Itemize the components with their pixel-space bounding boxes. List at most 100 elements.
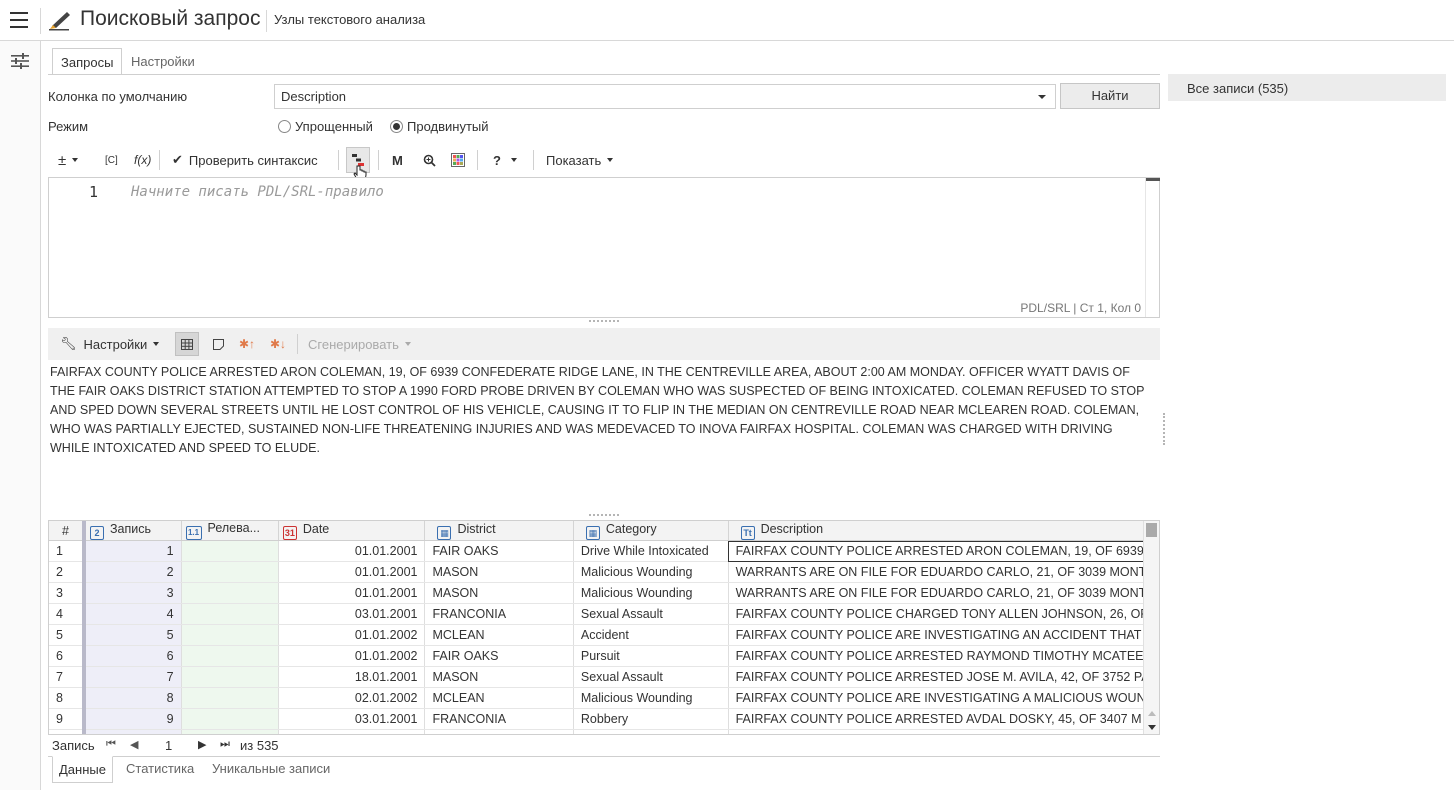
vertical-splitter-handle[interactable]	[1163, 413, 1165, 445]
description-cell[interactable]: FAIRFAX COUNTY POLICE ARE INVESTIGATING …	[728, 624, 1159, 646]
table-row[interactable]: 2 2 01.01.2001 MASON Malicious Wounding WARRA…	[49, 561, 1159, 583]
category-cell[interactable]: Malicious Wounding	[573, 687, 729, 709]
sliders-icon[interactable]	[11, 53, 29, 69]
record-cell[interactable]: 8	[81, 687, 182, 709]
category-cell[interactable]: Pursuit	[573, 645, 729, 667]
check-syntax-button[interactable]: ✔ Проверить синтаксис	[172, 147, 318, 173]
grid-color-button[interactable]	[451, 147, 465, 173]
record-cell[interactable]: 1	[81, 540, 182, 562]
row-number-cell[interactable]: 5	[49, 624, 85, 646]
record-cell[interactable]: 5	[81, 624, 182, 646]
table-row[interactable]: 9 9 03.01.2001 FRANCONIA Robbery FAIRFAX COUN…	[49, 708, 1159, 730]
row-number-cell[interactable]: 9	[49, 708, 85, 730]
bracket-button[interactable]: [C]	[105, 147, 118, 173]
date-cell[interactable]: 02.01.2002	[278, 687, 426, 709]
category-cell[interactable]: Sexual Assault	[573, 666, 729, 688]
table-row[interactable]: 3 3 01.01.2001 MASON Malicious Wounding WARRA…	[49, 582, 1159, 604]
category-cell[interactable]: Sexual Assault	[573, 603, 729, 625]
table-row[interactable]: 6 6 01.01.2002 FAIR OAKS Pursuit FAIRFAX COUN…	[49, 645, 1159, 667]
row-number-cell[interactable]: 4	[49, 603, 85, 625]
row-number-cell[interactable]: 10	[49, 729, 85, 734]
tab-unique-records[interactable]: Уникальные записи	[206, 756, 336, 783]
date-cell[interactable]: 01.01.2001	[278, 540, 426, 562]
district-cell[interactable]: FRANCONIA	[424, 708, 574, 730]
record-cell[interactable]: 3	[81, 582, 182, 604]
generate-dropdown[interactable]: Сгенерировать	[308, 332, 411, 356]
district-cell[interactable]: MASON	[424, 729, 574, 734]
description-cell[interactable]: WARRANTS ARE ON FILE FOR EDUARDO CARLO, …	[728, 582, 1159, 604]
tab-statistics[interactable]: Статистика	[120, 756, 200, 783]
prev-page-icon[interactable]: ◀	[130, 738, 138, 751]
highlight-up-button[interactable]: ✱↑	[235, 332, 259, 356]
category-cell[interactable]: Drive While Intoxicated	[573, 540, 729, 562]
record-cell[interactable]: 6	[81, 645, 182, 667]
table-row[interactable]: 4 4 03.01.2001 FRANCONIA Sexual Assault FAIRF…	[49, 603, 1159, 625]
date-cell[interactable]: 01.01.2001	[278, 561, 426, 583]
mode-simple-radio[interactable]: Упрощенный	[278, 119, 373, 135]
table-row[interactable]: 5 5 01.01.2002 MCLEAN Accident FAIRFAX COUNTY…	[49, 624, 1159, 646]
find-button[interactable]: Найти	[1060, 83, 1160, 109]
district-cell[interactable]: MASON	[424, 561, 574, 583]
district-cell[interactable]: MASON	[424, 582, 574, 604]
settings-dropdown[interactable]: 🔧︎ Настройки	[60, 332, 160, 356]
date-cell[interactable]: 18.01.2001	[278, 666, 426, 688]
date-cell[interactable]: 01.01.2002	[278, 645, 426, 667]
description-cell[interactable]: FAIRFAX COUNTY POLICE ARRESTED AVDAL DOS…	[728, 708, 1159, 730]
table-row[interactable]: 1010 03.01.2001MASONVehicle CrashFAIRFAX …	[49, 729, 1159, 734]
category-cell[interactable]: Vehicle Crash	[573, 729, 729, 734]
zoom-button[interactable]	[423, 147, 436, 173]
default-column-select[interactable]: Description	[274, 84, 1056, 109]
column-header-date[interactable]: 31 Date	[278, 521, 426, 541]
column-header-district[interactable]: ▦ District	[424, 521, 574, 541]
radio-circle[interactable]	[278, 120, 291, 133]
card-view-button[interactable]	[206, 332, 230, 356]
next-page-icon[interactable]: ▶	[198, 738, 206, 751]
relevance-cell[interactable]	[181, 561, 279, 583]
description-cell[interactable]: FAIRFAX COUNTY POLICE ARRESTED RAYMOND T…	[728, 645, 1159, 667]
column-header-description[interactable]: Tt Description	[728, 521, 1159, 541]
record-cell[interactable]: 2	[81, 561, 182, 583]
row-number-cell[interactable]: 7	[49, 666, 85, 688]
row-number-cell[interactable]: 8	[49, 687, 85, 709]
description-cell[interactable]: FAIRFAX COUNTY POLICE ARRESTED JOSE M. A…	[728, 666, 1159, 688]
date-cell[interactable]: 03.01.2001	[278, 603, 426, 625]
column-header-record[interactable]: 2 Запись	[81, 521, 182, 541]
relevance-cell[interactable]	[181, 729, 279, 734]
relevance-cell[interactable]	[181, 708, 279, 730]
plusminus-dropdown[interactable]: ±	[58, 147, 79, 173]
table-row[interactable]: 7 7 18.01.2001 MASON Sexual Assault FAIRFAX C…	[49, 666, 1159, 688]
radio-circle[interactable]	[390, 120, 403, 133]
date-cell[interactable]: 01.01.2002	[278, 624, 426, 646]
record-cell[interactable]: 9	[81, 708, 182, 730]
row-number-cell[interactable]: 1	[49, 540, 85, 562]
mode-advanced-radio[interactable]: Продвинутый	[390, 119, 489, 135]
relevance-cell[interactable]	[181, 540, 279, 562]
splitter-handle[interactable]	[589, 320, 619, 323]
scrollbar-thumb[interactable]	[1146, 523, 1157, 537]
table-view-button[interactable]	[175, 332, 199, 356]
record-cell[interactable]: 10	[81, 729, 182, 734]
date-cell[interactable]: 01.01.2001	[278, 582, 426, 604]
record-cell[interactable]: 7	[81, 666, 182, 688]
relevance-cell[interactable]	[181, 603, 279, 625]
show-dropdown[interactable]: Показать	[546, 147, 614, 173]
district-cell[interactable]: MASON	[424, 666, 574, 688]
relevance-cell[interactable]	[181, 666, 279, 688]
relevance-cell[interactable]	[181, 687, 279, 709]
all-records-item[interactable]: Все записи (535)	[1168, 74, 1446, 101]
row-number-cell[interactable]: 6	[49, 645, 85, 667]
district-cell[interactable]: MCLEAN	[424, 687, 574, 709]
function-button[interactable]: f(x)	[134, 147, 151, 173]
rule-editor[interactable]: 1 Начните писать PDL/SRL-правило PDL/SRL…	[48, 177, 1160, 318]
help-dropdown[interactable]: ?	[493, 147, 517, 173]
record-cell[interactable]: 4	[81, 603, 182, 625]
category-cell[interactable]: Accident	[573, 624, 729, 646]
description-cell[interactable]: FAIRFAX COUNTY POLICE ARRESTED ARON COLE…	[728, 540, 1159, 562]
splitter-handle[interactable]	[589, 514, 619, 517]
tab-queries[interactable]: Запросы	[52, 48, 123, 75]
grid-scrollbar[interactable]	[1143, 521, 1159, 734]
district-cell[interactable]: FAIR OAKS	[424, 540, 574, 562]
m-button[interactable]: M	[392, 147, 403, 173]
first-page-icon[interactable]: ⏮	[106, 738, 116, 751]
scroll-up-icon[interactable]	[1148, 711, 1156, 716]
